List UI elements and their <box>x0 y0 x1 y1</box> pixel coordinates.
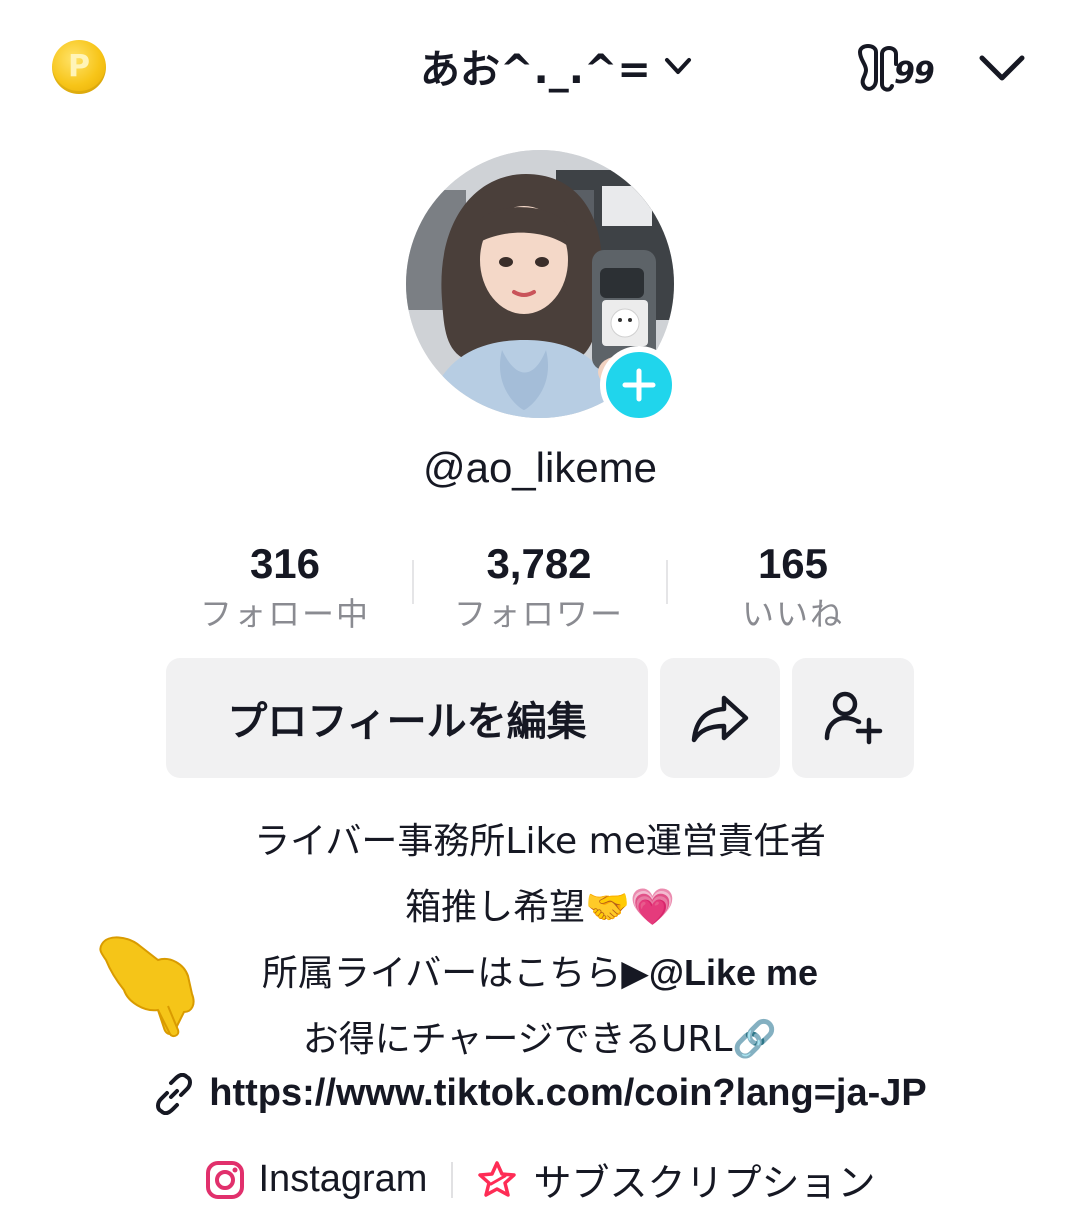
bio-text: 所属ライバーはこちら▶ <box>261 953 649 994</box>
stat-value: 3,782 <box>486 540 592 587</box>
coin-icon[interactable]: P <box>52 40 106 94</box>
profile-handle: @ao_likeme <box>422 444 658 491</box>
display-name: あお^._.^= <box>420 47 651 93</box>
add-friend-icon <box>824 691 883 745</box>
account-switch-chevron-icon[interactable] <box>976 50 1028 86</box>
bio-line: ライバー事務所Like me運営責任者 <box>254 821 826 862</box>
stat-label: いいね <box>741 595 844 633</box>
profile-stats: 316 フォロー中 3,782 フォロワー 165 いいね <box>158 538 922 638</box>
coin-label: P <box>68 49 90 84</box>
subscription-link[interactable]: サブスクリプション <box>477 1152 875 1207</box>
mention-link[interactable]: @Like me <box>649 952 818 993</box>
chevron-down-icon <box>664 58 691 74</box>
stat-value: 316 <box>249 540 321 587</box>
plus-icon <box>622 368 656 402</box>
social-links: Instagram サブスクリプション <box>0 1152 1080 1207</box>
stat-value: 165 <box>757 540 829 587</box>
stat-divider <box>412 560 414 604</box>
pointing-hand-icon <box>99 936 195 1038</box>
stat-label: フォロワー <box>453 595 624 633</box>
profile-link[interactable]: https://www.tiktok.com/coin?lang=ja-JP <box>0 1072 1080 1115</box>
notification-badge: 99 <box>894 56 935 91</box>
add-avatar-button[interactable] <box>600 346 678 424</box>
instagram-icon <box>205 1160 244 1199</box>
subscription-icon <box>478 1160 517 1197</box>
stat-likes[interactable]: 165 いいね <box>666 538 920 638</box>
share-icon <box>691 695 749 743</box>
stat-following[interactable]: 316 フォロー中 <box>158 538 412 638</box>
share-profile-button[interactable] <box>660 658 780 778</box>
link-url: https://www.tiktok.com/coin?lang=ja-JP <box>209 1072 927 1114</box>
link-icon <box>156 1072 193 1115</box>
stat-followers[interactable]: 3,782 フォロワー <box>412 538 666 638</box>
account-title[interactable]: あお^._.^= <box>420 36 693 96</box>
add-friend-button[interactable] <box>792 658 914 778</box>
instagram-link[interactable]: Instagram <box>205 1158 428 1201</box>
instagram-label: Instagram <box>258 1158 428 1200</box>
bio-line: 箱推し希望🤝💗 <box>405 887 675 928</box>
top-bar: P あお^._.^= 99 <box>0 0 1080 130</box>
edit-profile-button[interactable]: プロフィールを編集 <box>166 658 648 778</box>
stat-label: フォロー中 <box>199 595 370 633</box>
stat-divider <box>666 560 668 604</box>
social-divider <box>451 1161 454 1198</box>
subscription-label: サブスクリプション <box>533 1161 876 1205</box>
